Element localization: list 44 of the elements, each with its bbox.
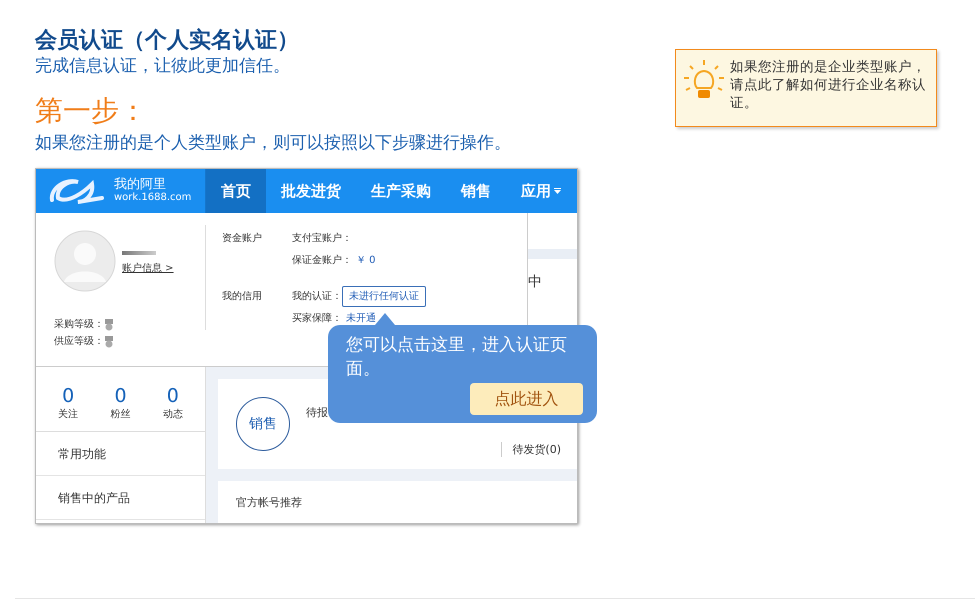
- page-title: 会员认证（个人实名认证）: [35, 27, 300, 55]
- stat-label: 粉丝: [110, 408, 130, 421]
- nav-tab[interactable]: 批发进货: [266, 169, 356, 213]
- field-value: 未开通: [346, 313, 376, 324]
- nav-tab[interactable]: 销售: [446, 169, 506, 213]
- field-label: 保证金账户：: [292, 255, 352, 266]
- blurred-name: [122, 251, 156, 255]
- logo-icon: [48, 176, 106, 206]
- callout-text: 您可以点击这里，进入认证页面。: [346, 334, 568, 381]
- medal-icon: [104, 318, 114, 330]
- brand-name: 我的阿里: [114, 178, 167, 192]
- tip-text: 如果您注册的是企业类型账户，请点此了解如何进行企业名称认证。: [730, 58, 927, 112]
- nav-tab[interactable]: 生产采购: [356, 169, 446, 213]
- level-label: 供应等级：: [54, 334, 104, 349]
- stat-label: 动态: [162, 408, 183, 421]
- section-title: 中: [528, 273, 543, 291]
- section-label: 我的信用: [222, 290, 263, 304]
- field-label: 支付宝账户：: [292, 233, 352, 244]
- brand-url: work.1688.com: [114, 192, 192, 204]
- stat-label: 关注: [58, 408, 78, 421]
- nav-tab[interactable]: 应用: [506, 169, 576, 213]
- stat-count: 0: [166, 385, 180, 407]
- page-subtitle: 完成信息认证，让彼此更加信任。: [35, 55, 291, 77]
- field-label: 我的认证：: [292, 291, 342, 302]
- account-info-link[interactable]: 账户信息 >: [122, 261, 174, 275]
- nav-tab[interactable]: 首页: [206, 169, 266, 213]
- stat-count: 0: [113, 385, 128, 407]
- step-heading: 第一步：: [35, 93, 148, 129]
- pending-label: 待报: [306, 405, 328, 420]
- field-label: 买家保障：: [292, 313, 342, 324]
- medal-icon: [104, 336, 114, 348]
- field-value: ￥ 0: [356, 255, 376, 266]
- shipping-count: 待发货(0): [501, 442, 561, 457]
- level-label: 采购等级：: [54, 318, 104, 332]
- step-description: 如果您注册的是个人类型账户，则可以按照以下步骤进行操作。: [35, 132, 511, 155]
- menu-item[interactable]: 常用功能: [36, 432, 205, 476]
- menu-item[interactable]: 销售中的产品: [36, 476, 205, 520]
- enter-button[interactable]: 点此进入: [470, 383, 583, 415]
- sales-badge: 销售: [236, 397, 290, 451]
- recommend-title: 官方帐号推荐: [236, 495, 303, 510]
- section-label: 资金账户: [222, 232, 263, 246]
- stat-count: 0: [61, 385, 76, 407]
- certification-link[interactable]: 未进行任何认证: [342, 286, 426, 307]
- section-band: [528, 249, 577, 259]
